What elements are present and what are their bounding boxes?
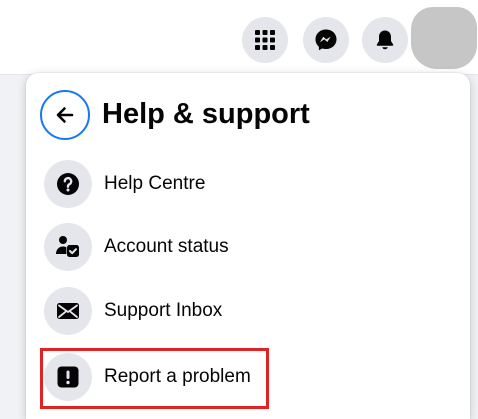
support-inbox-icon-container bbox=[44, 287, 92, 335]
question-circle-icon bbox=[57, 173, 79, 195]
account-status-icon bbox=[56, 236, 79, 257]
menu-item-account-status[interactable]: Account status bbox=[34, 218, 464, 276]
top-navigation-bar bbox=[0, 0, 478, 75]
bell-icon bbox=[376, 30, 394, 50]
messenger-button[interactable] bbox=[303, 17, 349, 63]
menu-item-support-inbox[interactable]: Support Inbox bbox=[34, 282, 464, 340]
help-centre-icon-container bbox=[44, 160, 92, 208]
menu-button[interactable] bbox=[242, 17, 288, 63]
profile-avatar[interactable] bbox=[411, 7, 477, 69]
menu-item-label: Account status bbox=[104, 236, 229, 257]
grid-menu-icon bbox=[255, 30, 275, 50]
menu-item-label: Support Inbox bbox=[104, 300, 223, 321]
menu-item-label: Help Centre bbox=[104, 173, 206, 194]
account-status-icon-container bbox=[44, 223, 92, 271]
highlight-annotation-box bbox=[40, 348, 269, 409]
panel-title: Help & support bbox=[102, 98, 310, 130]
menu-item-help-centre[interactable]: Help Centre bbox=[34, 155, 464, 213]
arrow-left-icon bbox=[56, 107, 74, 123]
envelope-icon bbox=[57, 303, 79, 319]
messenger-icon bbox=[315, 29, 337, 51]
notifications-button[interactable] bbox=[362, 17, 408, 63]
back-button[interactable] bbox=[40, 90, 90, 140]
